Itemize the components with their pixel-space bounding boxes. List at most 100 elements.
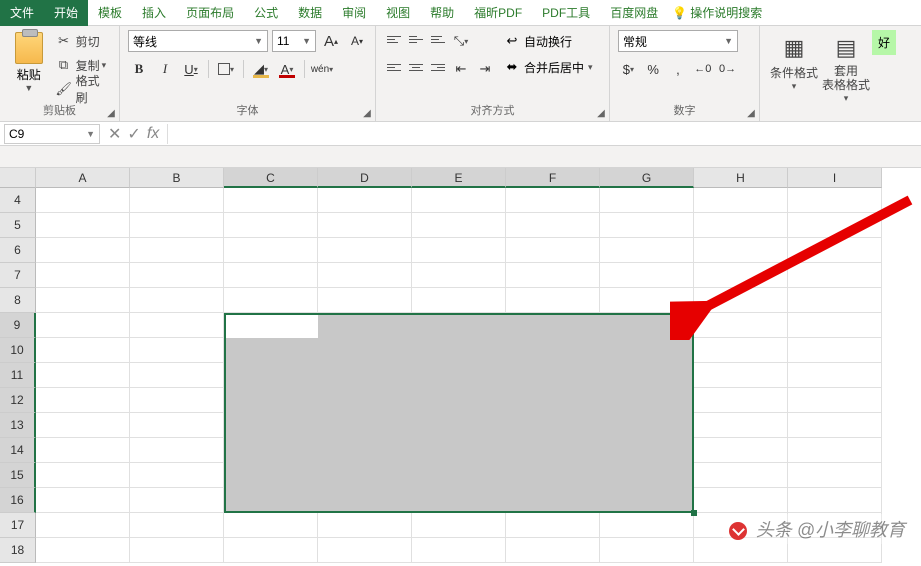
paste-button[interactable]: 粘贴 ▼ xyxy=(8,30,50,93)
cell[interactable] xyxy=(600,263,694,288)
cell[interactable] xyxy=(130,438,224,463)
cell[interactable] xyxy=(506,238,600,263)
align-left-button[interactable] xyxy=(384,58,404,76)
col-header-D[interactable]: D xyxy=(318,168,412,188)
row-header-12[interactable]: 12 xyxy=(0,388,36,413)
align-right-button[interactable] xyxy=(428,58,448,76)
align-middle-button[interactable] xyxy=(406,30,426,48)
select-all-corner[interactable] xyxy=(0,168,36,188)
font-color-button[interactable]: A▾ xyxy=(276,58,298,80)
cell[interactable] xyxy=(224,188,318,213)
align-center-button[interactable] xyxy=(406,58,426,76)
cell[interactable] xyxy=(788,263,882,288)
row-header-16[interactable]: 16 xyxy=(0,488,36,513)
cell[interactable] xyxy=(318,213,412,238)
tab-pdf-tools[interactable]: PDF工具 xyxy=(532,0,600,26)
cell[interactable] xyxy=(36,238,130,263)
row-header-17[interactable]: 17 xyxy=(0,513,36,538)
cell[interactable] xyxy=(412,513,506,538)
cell[interactable] xyxy=(506,513,600,538)
cell[interactable] xyxy=(224,238,318,263)
row-header-13[interactable]: 13 xyxy=(0,413,36,438)
shrink-font-button[interactable]: A▾ xyxy=(346,30,368,52)
tab-data[interactable]: 数据 xyxy=(288,0,332,26)
cell[interactable] xyxy=(694,363,788,388)
conditional-format-button[interactable]: ▦ 条件格式 ▾ xyxy=(768,30,820,92)
align-bottom-button[interactable] xyxy=(428,30,448,48)
cell[interactable] xyxy=(694,338,788,363)
cell[interactable] xyxy=(318,288,412,313)
cell[interactable] xyxy=(318,513,412,538)
tab-help[interactable]: 帮助 xyxy=(420,0,464,26)
cell[interactable] xyxy=(130,213,224,238)
col-header-F[interactable]: F xyxy=(506,168,600,188)
fill-handle[interactable] xyxy=(691,510,697,516)
cell[interactable] xyxy=(36,388,130,413)
percent-format-button[interactable]: % xyxy=(643,58,664,80)
cell[interactable] xyxy=(506,263,600,288)
cell[interactable] xyxy=(600,238,694,263)
tab-formula[interactable]: 公式 xyxy=(244,0,288,26)
row-header-4[interactable]: 4 xyxy=(0,188,36,213)
cell[interactable] xyxy=(36,213,130,238)
col-header-A[interactable]: A xyxy=(36,168,130,188)
col-header-H[interactable]: H xyxy=(694,168,788,188)
cell[interactable] xyxy=(130,538,224,563)
tab-insert[interactable]: 插入 xyxy=(132,0,176,26)
cell[interactable] xyxy=(36,263,130,288)
cell[interactable] xyxy=(694,263,788,288)
name-box[interactable]: C9 ▼ xyxy=(4,124,100,144)
cell[interactable] xyxy=(506,188,600,213)
tab-page-layout[interactable]: 页面布局 xyxy=(176,0,244,26)
dialog-launcher-font[interactable]: ◢ xyxy=(361,108,373,120)
tell-me-search[interactable]: 💡 操作说明搜索 xyxy=(672,4,762,21)
cell[interactable] xyxy=(130,513,224,538)
orientation-button[interactable]: ⤡▾ xyxy=(450,30,472,52)
tab-view[interactable]: 视图 xyxy=(376,0,420,26)
cell[interactable] xyxy=(130,338,224,363)
decrease-decimal-button[interactable]: 0→ xyxy=(717,58,738,80)
accounting-format-button[interactable]: $▾ xyxy=(618,58,639,80)
bold-button[interactable]: B xyxy=(128,58,150,80)
cell[interactable] xyxy=(694,388,788,413)
table-format-button[interactable]: ▤ 套用 表格格式 ▾ xyxy=(820,30,872,104)
cell[interactable] xyxy=(36,188,130,213)
cell[interactable] xyxy=(788,488,882,513)
cell[interactable] xyxy=(130,263,224,288)
cell[interactable] xyxy=(36,313,130,338)
row-header-18[interactable]: 18 xyxy=(0,538,36,563)
cell[interactable] xyxy=(224,213,318,238)
worksheet[interactable]: ABCDEFGHI 456789101112131415161718 xyxy=(0,168,921,566)
row-header-9[interactable]: 9 xyxy=(0,313,36,338)
cell[interactable] xyxy=(412,538,506,563)
cell[interactable] xyxy=(36,338,130,363)
row-header-11[interactable]: 11 xyxy=(0,363,36,388)
formula-input[interactable] xyxy=(167,124,921,144)
cell[interactable] xyxy=(600,513,694,538)
cell[interactable] xyxy=(412,238,506,263)
cell[interactable] xyxy=(694,438,788,463)
cell[interactable] xyxy=(412,263,506,288)
cell[interactable] xyxy=(694,413,788,438)
cell[interactable] xyxy=(788,238,882,263)
row-header-10[interactable]: 10 xyxy=(0,338,36,363)
cell[interactable] xyxy=(788,213,882,238)
cell[interactable] xyxy=(694,238,788,263)
cell[interactable] xyxy=(506,213,600,238)
cell[interactable] xyxy=(36,538,130,563)
cell[interactable] xyxy=(318,188,412,213)
cell[interactable] xyxy=(600,213,694,238)
cell[interactable] xyxy=(788,388,882,413)
dialog-launcher-alignment[interactable]: ◢ xyxy=(595,108,607,120)
tab-file[interactable]: 文件 xyxy=(0,0,44,26)
cell[interactable] xyxy=(36,288,130,313)
tab-foxit-pdf[interactable]: 福昕PDF xyxy=(464,0,532,26)
cell[interactable] xyxy=(130,188,224,213)
italic-button[interactable]: I xyxy=(154,58,176,80)
cell[interactable] xyxy=(694,463,788,488)
cell[interactable] xyxy=(412,213,506,238)
merge-center-button[interactable]: ⬌ 合并后居中 ▾ xyxy=(504,56,593,78)
cut-button[interactable]: ✂ 剪切 xyxy=(56,30,111,52)
cell[interactable] xyxy=(130,363,224,388)
col-header-C[interactable]: C xyxy=(224,168,318,188)
